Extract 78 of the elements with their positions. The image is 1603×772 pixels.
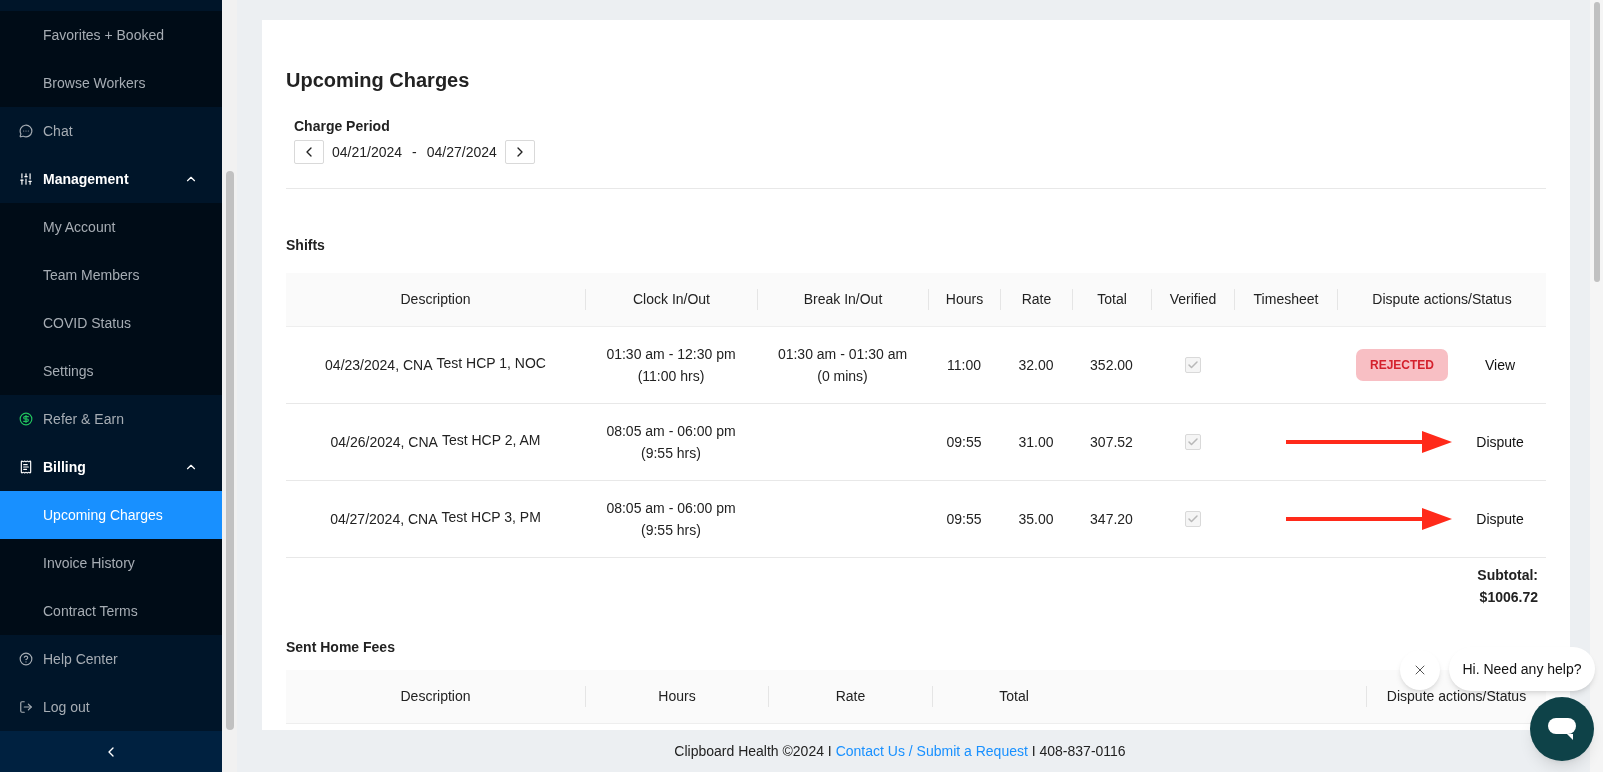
column-header: Timesheet	[1253, 290, 1319, 309]
chat-greeting-bubble[interactable]: Hi. Need any help?	[1449, 647, 1595, 691]
clock-time: (9:55 hrs)	[641, 444, 701, 463]
sidebar-item[interactable]: Favorites + Booked	[0, 11, 222, 59]
help-icon	[19, 652, 33, 666]
chat-icon	[19, 124, 33, 138]
sidebar-item[interactable]: Log out	[0, 683, 222, 731]
clock-time: 08:05 am - 06:00 pm	[606, 499, 736, 518]
sidebar-item[interactable]: COVID Status	[0, 299, 222, 347]
column-header: Hours	[658, 687, 696, 706]
column-header: Dispute actions/Status	[1372, 290, 1512, 309]
dispute-link[interactable]: Dispute	[1476, 508, 1524, 530]
collapse-button[interactable]	[0, 731, 222, 772]
shift-date-role: 04/26/2024, CNA	[330, 432, 438, 452]
column-header: Total	[999, 687, 1029, 706]
sidebar-item[interactable]: Settings	[0, 347, 222, 395]
hours-cell-text: 11:00	[947, 355, 981, 375]
period-start: 04/21/2024	[332, 142, 403, 162]
dispute-link[interactable]: Dispute	[1476, 431, 1524, 453]
sliders-icon	[19, 172, 33, 186]
sidebar-item[interactable]: Management	[0, 155, 222, 203]
charge-period-label: Charge Period	[294, 117, 391, 135]
total-cell-text: 352.00	[1090, 355, 1133, 375]
next-period-button[interactable]	[504, 140, 535, 164]
column-header: Break In/Out	[803, 290, 883, 309]
chat-bubble-icon	[1547, 716, 1577, 742]
column-header: Rate	[1021, 290, 1052, 309]
logout-icon	[19, 700, 33, 714]
section-title: Sent Home Fees	[286, 638, 396, 657]
total-cell-text: 347.20	[1090, 509, 1133, 529]
sidebar-item[interactable]: Refer & Earn	[0, 395, 222, 443]
status-badge: REJECTED	[1356, 349, 1448, 381]
sidebar-item[interactable]: Team Members	[0, 251, 222, 299]
shift-date-role: 04/27/2024, CNA	[330, 509, 438, 529]
column-header: Hours	[945, 290, 984, 309]
clock-time: (11:00 hrs)	[637, 367, 705, 386]
section-title: Shifts	[286, 236, 326, 255]
sidebar-item[interactable]: Browse Workers	[0, 59, 222, 107]
period-separator: -	[412, 142, 417, 162]
view-link[interactable]: View	[1484, 354, 1516, 376]
clock-time: 08:05 am - 06:00 pm	[606, 422, 736, 441]
worker-name: Test HCP 1, NOC	[436, 354, 546, 373]
shift-date-role: 04/23/2024, CNA	[325, 355, 433, 375]
break-time: 01:30 am - 01:30 am	[777, 345, 908, 364]
hours-cell-text: 09:55	[946, 432, 982, 452]
sidebar-item[interactable]: My Account	[0, 203, 222, 251]
sidebar-item[interactable]: Chat	[0, 107, 222, 155]
previous-period-button[interactable]	[294, 140, 324, 164]
worker-name: Test HCP 2, AM	[441, 431, 541, 450]
scrollbar-thumb[interactable]	[1593, 2, 1600, 282]
sidebar-item[interactable]: Billing	[0, 443, 222, 491]
dollar-icon	[19, 412, 33, 426]
sidebar-item[interactable]: Help Center	[0, 635, 222, 683]
page-title: Upcoming Charges	[286, 68, 471, 93]
rate-cell-text: 31.00	[1018, 432, 1054, 452]
receipt-icon	[19, 460, 33, 474]
sidebar-item[interactable]: Invoice History	[0, 539, 222, 587]
break-time: (0 mins)	[817, 367, 868, 386]
column-header: Description	[400, 290, 471, 309]
rate-cell-text: 32.00	[1018, 355, 1054, 375]
column-header: Description	[400, 687, 471, 706]
clock-time: 01:30 am - 12:30 pm	[606, 345, 736, 364]
scrollbar-thumb[interactable]	[225, 171, 234, 730]
chat-launcher-button[interactable]	[1530, 697, 1594, 761]
total-cell-text: 307.52	[1090, 432, 1133, 452]
column-header: Verified	[1169, 290, 1217, 309]
rate-cell-text: 35.00	[1018, 509, 1054, 529]
period-end: 04/27/2024	[426, 142, 497, 162]
subtotal-amount: $1006.72	[1479, 588, 1538, 607]
hours-cell-text: 09:55	[946, 509, 982, 529]
column-header: Clock In/Out	[633, 290, 710, 309]
column-header: Rate	[835, 687, 866, 706]
footer-text: Clipboard Health ©2024 I Contact Us / Submit a Request I 408-837-0116	[674, 741, 1126, 761]
clock-time: (9:55 hrs)	[641, 521, 701, 540]
column-header: Total	[1097, 290, 1127, 309]
sidebar-item[interactable]: Contract Terms	[0, 587, 222, 635]
subtotal-label: Subtotal:	[1477, 566, 1538, 585]
worker-name: Test HCP 3, PM	[441, 508, 541, 527]
